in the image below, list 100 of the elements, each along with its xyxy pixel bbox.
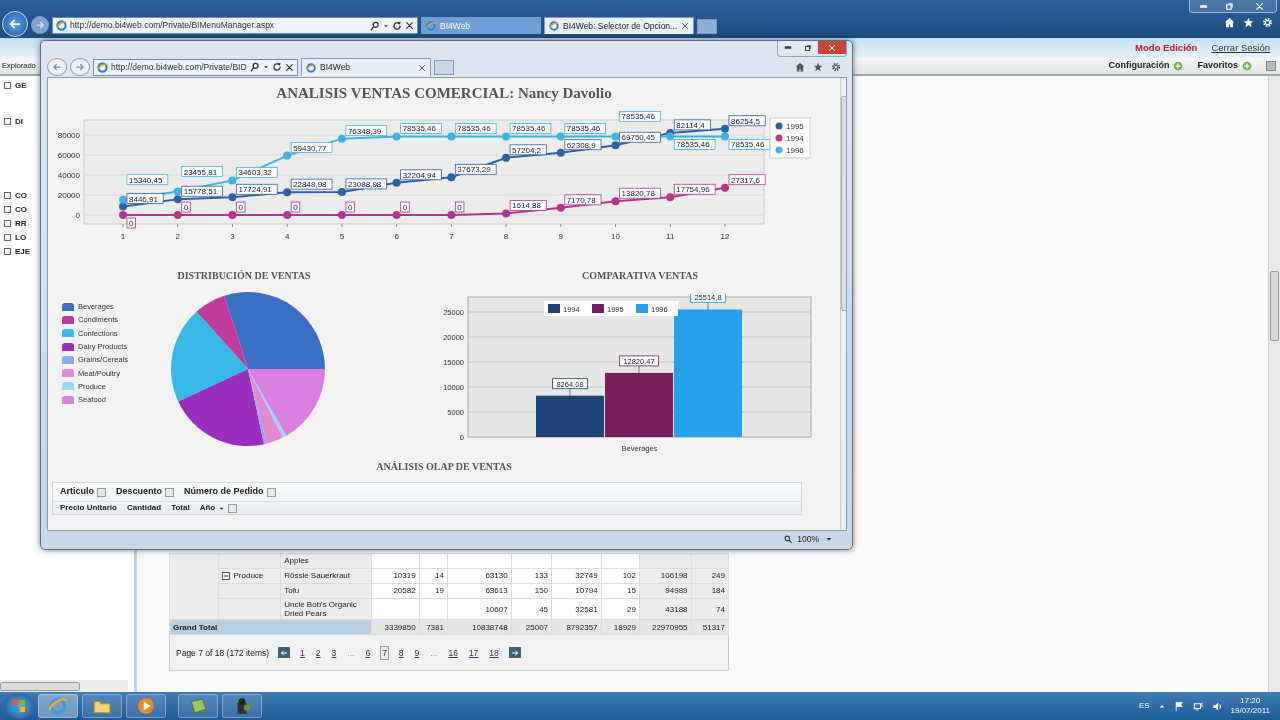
- axis-label: 9: [558, 232, 564, 241]
- page-summary: Page 7 of 18 (172 items): [176, 646, 270, 660]
- data-label: 0: [290, 201, 301, 213]
- data-label: 86254,5: [728, 115, 766, 127]
- page-link[interactable]: 1: [299, 646, 306, 660]
- page-link[interactable]: 7: [380, 645, 389, 661]
- tree-item[interactable]: CO: [4, 190, 27, 201]
- axis-label: 40000: [57, 171, 80, 180]
- axis-label: 10: [611, 232, 620, 241]
- data-label: 34603,32: [236, 167, 278, 178]
- field-button[interactable]: Año: [199, 502, 238, 514]
- field-button[interactable]: Total: [171, 502, 190, 514]
- data-label: 37673,29: [454, 163, 497, 175]
- data-label: 17724,91: [236, 183, 278, 195]
- language-indicator[interactable]: ES: [1138, 700, 1150, 712]
- ellipsis: ...: [429, 646, 439, 660]
- axis-label: 8: [503, 232, 509, 241]
- axis-label: 6: [394, 232, 399, 241]
- data-label: 82114,4: [673, 119, 711, 131]
- page-link[interactable]: 17: [467, 646, 480, 660]
- data-label: 23088,98: [345, 178, 388, 190]
- data-label: 15778,51: [181, 185, 223, 197]
- data-label: 17754,96: [673, 183, 716, 195]
- chart-title: DISTRIBUCIÓN DE VENTAS: [176, 269, 312, 283]
- data-label: 23455,81: [181, 166, 223, 177]
- axis-label: 2: [175, 232, 180, 241]
- data-label: 0: [126, 217, 136, 229]
- section-title: ANÁLISIS OLAP DE VENTAS: [375, 460, 513, 474]
- ellipsis: ...: [346, 646, 356, 660]
- legend-label: 1996: [786, 146, 804, 155]
- axis-label: 3: [230, 232, 235, 241]
- clock-date: 19/07/2011: [1230, 706, 1270, 716]
- axis-label: 80000: [57, 131, 80, 140]
- axis-label: 11: [666, 232, 675, 241]
- data-label: 0: [400, 201, 410, 213]
- data-label: 32204,94: [400, 169, 442, 181]
- tree-item[interactable]: LO: [4, 232, 27, 243]
- browser-tab[interactable]: BI4Web: Selector de Opcion...: [544, 17, 694, 34]
- data-label: 0: [181, 201, 191, 213]
- page-link[interactable]: 2: [314, 646, 322, 660]
- page-link[interactable]: 3: [330, 646, 338, 660]
- data-label: 0: [236, 201, 246, 213]
- data-label: 76348,39: [345, 125, 388, 137]
- axis-label: 7: [449, 232, 454, 241]
- zoom-control[interactable]: 100%: [784, 532, 819, 546]
- data-label: 78535,46: [400, 123, 442, 134]
- address-bar[interactable]: http://demo.bi4web.com/Private/BID: [93, 58, 298, 76]
- logout-link[interactable]: Cerrar Sesión: [1211, 40, 1270, 56]
- data-label: 69750,45: [619, 131, 661, 143]
- data-label: 62308,9: [564, 139, 602, 151]
- axis-label: 0: [75, 211, 80, 220]
- page-link[interactable]: 8: [397, 646, 405, 660]
- legend-label: 1995: [786, 122, 804, 131]
- toolbar-menu[interactable]: Configuración: [1108, 59, 1184, 73]
- tree-item[interactable]: RR: [4, 218, 27, 229]
- data-label: 0: [345, 201, 355, 213]
- url-text: http://demo.bi4web.com/Private/BID: [111, 60, 247, 74]
- data-label: 59430,77: [290, 142, 333, 153]
- axis-label: 5: [339, 232, 345, 241]
- axis-label: 1: [120, 232, 126, 241]
- tree-item[interactable]: GE: [4, 80, 27, 91]
- table-cell: Apples: [280, 553, 372, 569]
- field-button[interactable]: Descuento: [116, 485, 175, 499]
- browser-tab[interactable]: BI4Web: [301, 58, 431, 76]
- data-label: 0: [454, 201, 465, 213]
- address-bar[interactable]: http://demo.bi4web.com/Private/BIMenuManager.aspx: [52, 17, 418, 34]
- data-label: 7170,78: [564, 194, 602, 206]
- data-label: 27317,6: [728, 174, 766, 186]
- mode-label: Modo Edición: [1135, 40, 1198, 55]
- data-label: 1614,88: [509, 200, 547, 211]
- tree-item[interactable]: DI: [4, 116, 23, 127]
- page-link[interactable]: 16: [447, 646, 459, 660]
- data-label: 8446,91: [126, 193, 164, 204]
- data-label: 15340,45: [126, 174, 169, 186]
- page-link[interactable]: 18: [488, 646, 500, 660]
- page-link[interactable]: 9: [413, 646, 421, 660]
- legend-label: 1994: [786, 134, 804, 143]
- axis-label: 4: [284, 232, 290, 241]
- axis-label: 12: [720, 232, 730, 241]
- tree-item[interactable]: CO: [4, 204, 27, 215]
- field-button[interactable]: Número de Pedido: [184, 485, 276, 499]
- field-button[interactable]: Cantidad: [126, 502, 162, 514]
- chart-title: COMPARATIVA VENTAS: [580, 269, 699, 283]
- page-link[interactable]: 6: [364, 646, 372, 660]
- url-text: http://demo.bi4web.com/Private/BIMenuManager.aspx: [70, 19, 276, 32]
- clock[interactable]: 17:20 19/07/2011: [1230, 696, 1270, 716]
- data-label: 78535,46: [728, 139, 771, 150]
- field-button[interactable]: Articulo: [60, 485, 106, 499]
- field-button[interactable]: Precio Unitario: [60, 502, 117, 514]
- data-label: 78535,46: [454, 123, 497, 134]
- data-label: 78535,46: [673, 139, 716, 150]
- clock-time: 17:20: [1240, 696, 1261, 706]
- tree-item[interactable]: EJE: [4, 246, 31, 257]
- toolbar-menu[interactable]: Favoritos: [1197, 59, 1252, 73]
- report-title: ANALISIS VENTAS COMERCIAL: Nancy Davolio: [275, 84, 613, 103]
- data-label: 78535,46: [619, 111, 661, 122]
- data-label: 78535,46: [509, 123, 552, 134]
- axis-label: 60000: [57, 151, 80, 160]
- data-label: 13820,78: [619, 187, 661, 199]
- axis-label: 20000: [57, 191, 80, 200]
